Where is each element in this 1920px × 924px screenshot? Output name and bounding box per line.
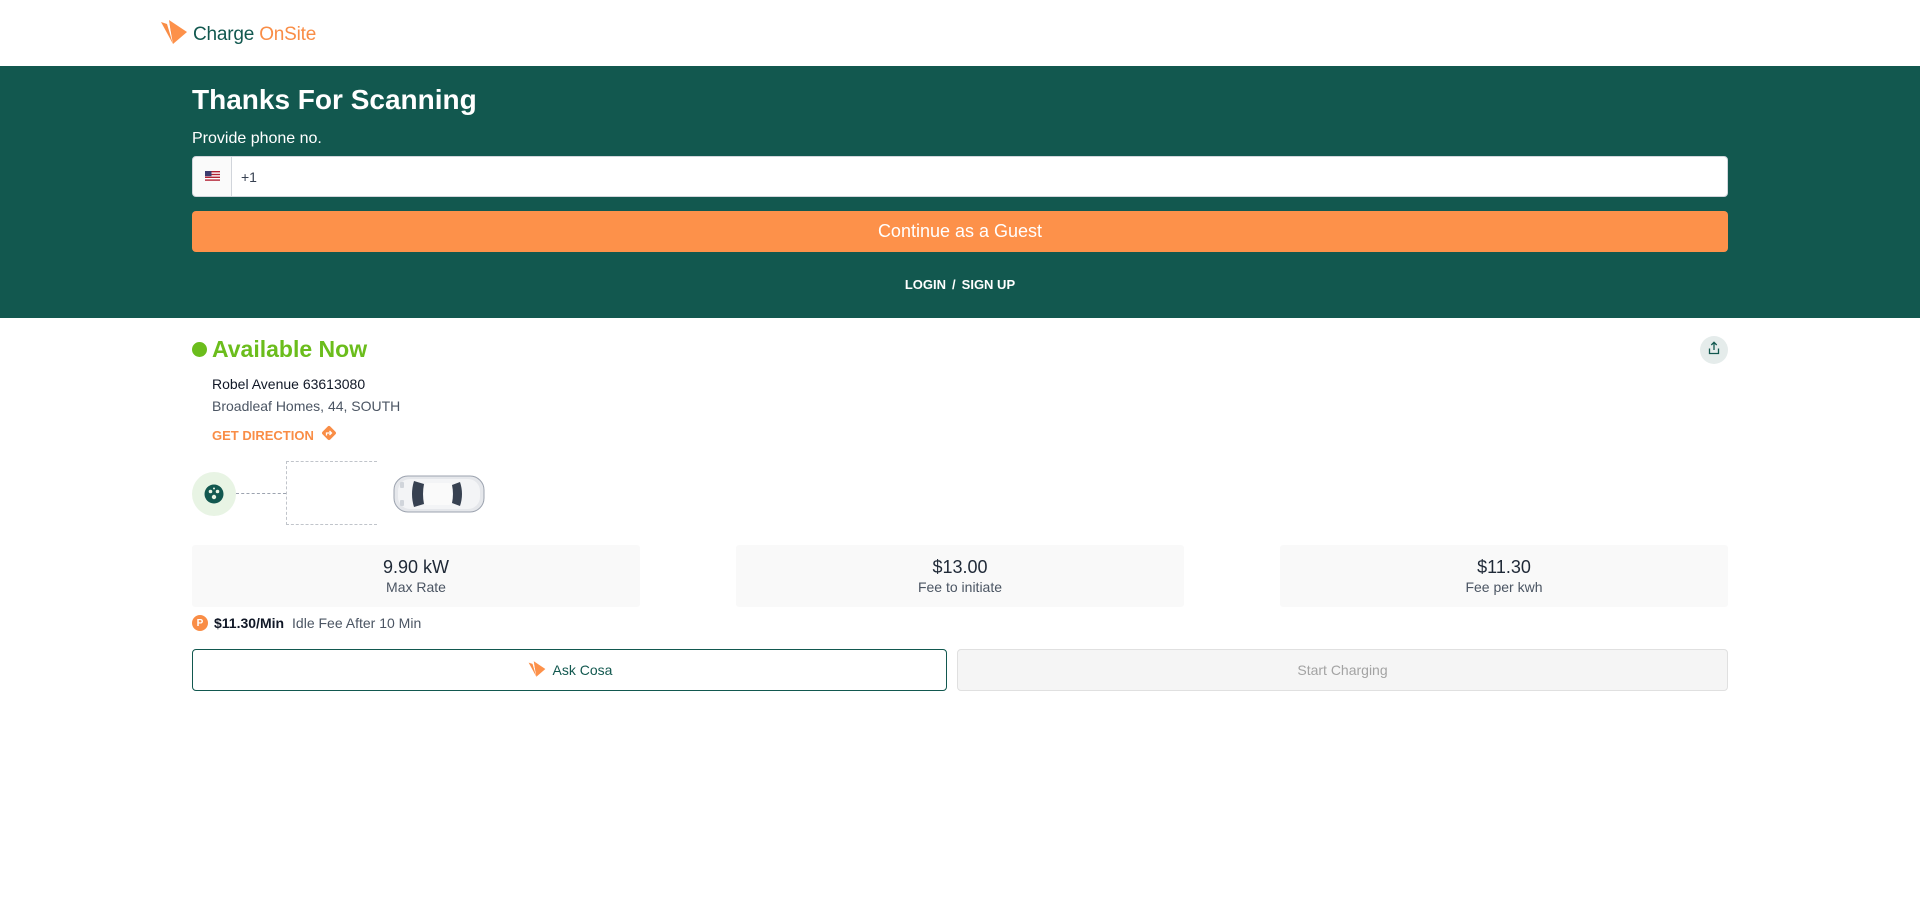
connector-cable: [236, 493, 286, 494]
phone-input[interactable]: [232, 157, 1727, 196]
charging-bay: [286, 461, 377, 525]
idle-fee-info: P $11.30/Min Idle Fee After 10 Min: [192, 615, 421, 631]
status-text: Available Now: [212, 336, 368, 362]
phone-field: [192, 156, 1728, 197]
us-flag-icon: [204, 168, 220, 186]
share-icon: [1707, 340, 1721, 360]
direction-icon: [320, 424, 338, 447]
country-selector[interactable]: [193, 157, 232, 196]
parking-icon: P: [192, 615, 208, 631]
brand-logo[interactable]: Charge OnSite: [159, 18, 316, 51]
ask-cosa-button[interactable]: Ask Cosa: [192, 649, 947, 691]
stat-value: $13.00: [932, 557, 988, 577]
logo-icon: [159, 18, 189, 51]
signup-link[interactable]: SIGN UP: [962, 277, 1015, 292]
logo-text: Charge OnSite: [193, 23, 317, 45]
share-button[interactable]: [1700, 336, 1728, 364]
login-link[interactable]: LOGIN: [905, 277, 946, 292]
continue-as-guest-button[interactable]: Continue as a Guest: [192, 211, 1728, 252]
stat-fee-per-kwh: $11.30 Fee per kwh: [1280, 545, 1728, 607]
cosa-icon: [527, 660, 547, 681]
ask-cosa-label: Ask Cosa: [552, 662, 613, 678]
status-dot: [192, 342, 207, 357]
connector-diagram: [192, 461, 492, 527]
auth-separator: /: [952, 277, 956, 292]
top-navbar: Charge OnSite: [0, 0, 1920, 66]
station-address: Broadleaf Homes, 44, SOUTH: [212, 398, 401, 414]
stat-fee-to-initiate: $13.00 Fee to initiate: [736, 545, 1184, 607]
stat-max-rate: 9.90 kW Max Rate: [192, 545, 640, 607]
get-direction-label: GET DIRECTION: [212, 428, 314, 443]
get-direction-link[interactable]: GET DIRECTION: [212, 424, 338, 447]
page-title: Thanks For Scanning: [192, 84, 477, 115]
scan-hero: Thanks For Scanning Provide phone no. Co…: [0, 66, 1920, 318]
start-charging-button[interactable]: Start Charging: [957, 649, 1728, 691]
stat-value: $11.30: [1477, 557, 1531, 577]
availability-status: Available Now: [192, 336, 367, 363]
car-icon: [392, 473, 486, 520]
stat-label: Max Rate: [386, 579, 446, 595]
idle-fee-description: Idle Fee After 10 Min: [292, 615, 422, 631]
station-name: Robel Avenue 63613080: [212, 376, 366, 392]
phone-label: Provide phone no.: [192, 130, 322, 147]
stat-label: Fee per kwh: [1465, 579, 1543, 595]
stat-label: Fee to initiate: [917, 579, 1003, 595]
connector-icon: [192, 472, 236, 516]
stat-value: 9.90 kW: [382, 557, 450, 577]
idle-fee-price: $11.30/Min: [214, 615, 285, 631]
auth-links: LOGIN / SIGN UP: [0, 277, 1920, 292]
